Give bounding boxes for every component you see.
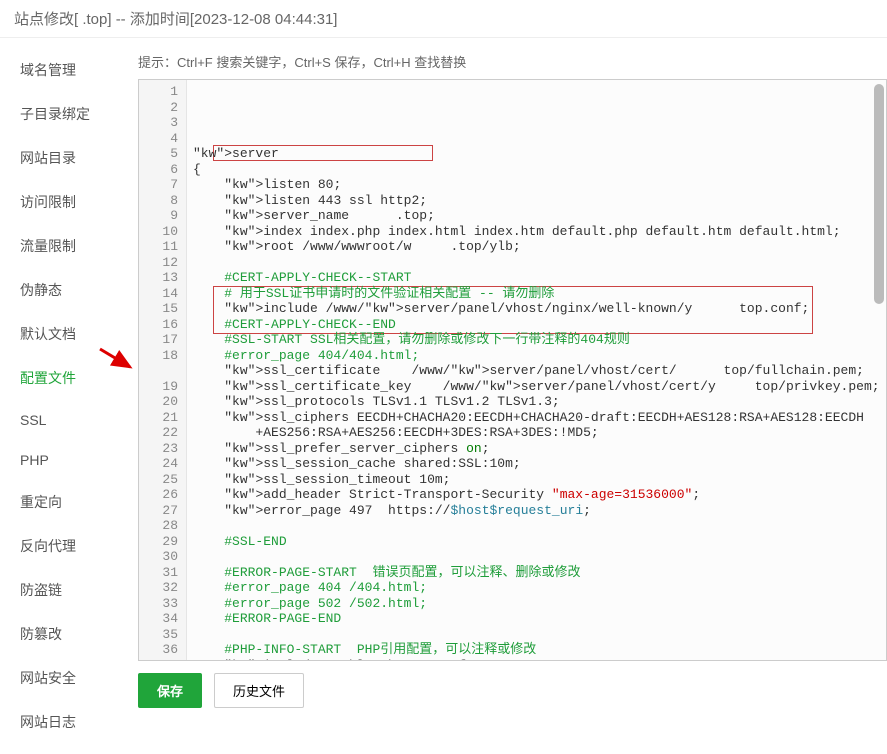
sidebar-item[interactable]: 网站日志 (0, 700, 120, 744)
code-line: "kw">include enable-php-74.conf; (193, 658, 880, 661)
code-line: #error_page 502 /502.html; (193, 596, 880, 612)
code-line (193, 627, 880, 643)
save-button[interactable]: 保存 (138, 673, 202, 708)
code-line: "kw">index index.php index.html index.ht… (193, 224, 880, 240)
sidebar-item[interactable]: 反向代理 (0, 524, 120, 568)
code-line: #ERROR-PAGE-END (193, 611, 880, 627)
code-line: "kw">listen 80; (193, 177, 880, 193)
code-line: "kw">error_page 497 https://$host$reques… (193, 503, 880, 519)
sidebar-item[interactable]: 默认文档 (0, 312, 120, 356)
code-line: "kw">ssl_session_timeout 10m; (193, 472, 880, 488)
code-line: "kw">ssl_protocols TLSv1.1 TLSv1.2 TLSv1… (193, 394, 880, 410)
dialog-title: 站点修改[ .top] -- 添加时间[2023-12-08 04:44:31] (0, 0, 887, 38)
code-line: "kw">ssl_certificate /www/"kw">server/pa… (193, 363, 880, 379)
code-line: #ERROR-PAGE-START 错误页配置，可以注释、删除或修改 (193, 565, 880, 581)
code-line: "kw">ssl_certificate_key /www/"kw">serve… (193, 379, 880, 395)
line-gutter: 1234567891011121314151617181920212223242… (139, 80, 187, 660)
code-line: #CERT-APPLY-CHECK--END (193, 317, 880, 333)
code-area[interactable]: "kw">server{ "kw">listen 80; "kw">listen… (187, 80, 886, 660)
sidebar-item[interactable]: 配置文件 (0, 356, 120, 400)
sidebar-item[interactable]: 域名管理 (0, 48, 120, 92)
code-line (193, 255, 880, 271)
code-line: { (193, 162, 880, 178)
sidebar-item[interactable]: 防篡改 (0, 612, 120, 656)
history-button[interactable]: 历史文件 (214, 673, 304, 708)
code-line: "kw">include /www/"kw">server/panel/vhos… (193, 301, 880, 317)
code-line: #CERT-APPLY-CHECK--START (193, 270, 880, 286)
code-line: #PHP-INFO-START PHP引用配置，可以注释或修改 (193, 642, 880, 658)
sidebar-item[interactable]: 访问限制 (0, 180, 120, 224)
sidebar-item[interactable]: 重定向 (0, 480, 120, 524)
code-line: #error_page 404/404.html; (193, 348, 880, 364)
hint-text: 提示：Ctrl+F 搜索关键字，Ctrl+S 保存，Ctrl+H 查找替换 (138, 52, 887, 71)
code-line: "kw">ssl_ciphers EECDH+CHACHA20:EECDH+CH… (193, 410, 880, 441)
code-line: "kw">server_name .top; (193, 208, 880, 224)
code-line: #SSL-START SSL相关配置，请勿删除或修改下一行带注释的404规则 (193, 332, 880, 348)
sidebar-item[interactable]: 子目录绑定 (0, 92, 120, 136)
scrollbar-thumb[interactable] (874, 84, 884, 304)
scrollbar[interactable] (874, 84, 884, 656)
sidebar-item[interactable]: PHP (0, 440, 120, 480)
code-line (193, 518, 880, 534)
sidebar: 域名管理子目录绑定网站目录访问限制流量限制伪静态默认文档配置文件SSLPHP重定… (0, 38, 120, 754)
sidebar-item[interactable]: 网站安全 (0, 656, 120, 700)
code-line: "kw">add_header Strict-Transport-Securit… (193, 487, 880, 503)
code-line: "kw">ssl_prefer_server_ciphers on; (193, 441, 880, 457)
code-line: "kw">root /www/wwwroot/w .top/ylb; (193, 239, 880, 255)
code-line (193, 549, 880, 565)
sidebar-item[interactable]: 网站目录 (0, 136, 120, 180)
code-line: # 用于SSL证书申请时的文件验证相关配置 -- 请勿删除 (193, 286, 880, 302)
code-editor[interactable]: 1234567891011121314151617181920212223242… (138, 79, 887, 661)
code-line: #SSL-END (193, 534, 880, 550)
sidebar-item[interactable]: SSL (0, 400, 120, 440)
sidebar-item[interactable]: 流量限制 (0, 224, 120, 268)
sidebar-item[interactable]: 伪静态 (0, 268, 120, 312)
sidebar-item[interactable]: 防盗链 (0, 568, 120, 612)
code-line: "kw">server (193, 146, 880, 162)
code-line: "kw">ssl_session_cache shared:SSL:10m; (193, 456, 880, 472)
code-line: #error_page 404 /404.html; (193, 580, 880, 596)
code-line: "kw">listen 443 ssl http2; (193, 193, 880, 209)
